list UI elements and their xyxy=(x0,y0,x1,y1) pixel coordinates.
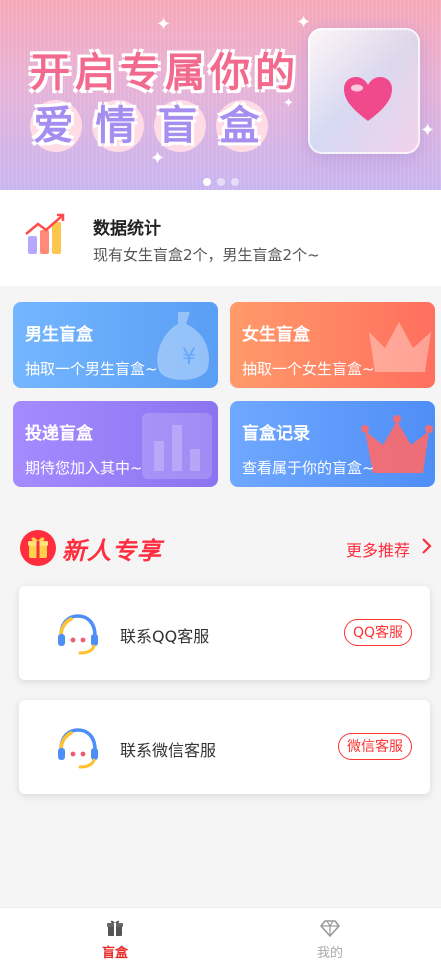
stats-title: 数据统计 xyxy=(93,219,161,239)
stats-description: 现有女生盲盒2个，男生盲盒2个~ xyxy=(93,246,320,264)
card-title: 投递盲盒 xyxy=(25,424,93,444)
sparkle-icon: ✦ xyxy=(420,120,436,141)
headset-icon xyxy=(58,614,98,655)
diamond-icon xyxy=(320,920,340,937)
sparkle-icon: ✦ xyxy=(283,96,294,111)
qq-service-card: 联系QQ客服 QQ客服 xyxy=(19,586,430,680)
card-title: 盲盒记录 xyxy=(242,424,310,444)
sparkle-icon: ✦ xyxy=(296,12,312,33)
box-record-card[interactable]: 盲盒记录 查看属于你的盲盒~ xyxy=(230,401,435,487)
wechat-service-label: 联系微信客服 xyxy=(120,741,217,760)
gift-icon xyxy=(107,920,123,936)
banner-carousel[interactable]: 开启专属你的 爱情盲盒 ✦ ✦ ✦ ✦ ✦ xyxy=(0,0,441,190)
banner-char: 盲 xyxy=(154,100,206,152)
wechat-service-card: 联系微信客服 微信客服 xyxy=(19,700,430,794)
female-box-card[interactable]: 女生盲盒 抽取一个女生盲盒~ xyxy=(230,302,435,388)
banner-headline-line2: 爱情盲盒 xyxy=(30,100,278,152)
qq-service-label: 联系QQ客服 xyxy=(120,627,210,646)
banner-char: 盒 xyxy=(216,100,268,152)
heart-icon xyxy=(344,77,392,121)
card-description: 抽取一个男生盲盒~ xyxy=(25,360,158,378)
carousel-indicator xyxy=(0,171,441,190)
banner-char: 爱 xyxy=(30,100,82,152)
chevron-right-icon[interactable] xyxy=(420,536,432,556)
tab-label: 盲盒 xyxy=(101,946,128,961)
carousel-dot[interactable] xyxy=(216,178,225,186)
wechat-service-button[interactable]: 微信客服 xyxy=(338,733,412,760)
sparkle-icon: ✦ xyxy=(156,14,172,35)
tab-mine[interactable]: 我的 xyxy=(220,908,440,967)
bar-chart-icon xyxy=(25,213,65,254)
male-box-card[interactable]: ¥ 男生盲盒 抽取一个男生盲盒~ xyxy=(13,302,218,388)
svg-text:¥: ¥ xyxy=(182,345,196,370)
tab-label: 我的 xyxy=(316,946,343,961)
deliver-box-card[interactable]: 投递盲盒 期待您加入其中~ xyxy=(13,401,218,487)
tab-blind-box[interactable]: 盲盒 xyxy=(5,908,225,967)
bar-chart-icon xyxy=(142,413,212,479)
section-title: 新人专享 xyxy=(62,537,162,565)
card-title: 女生盲盒 xyxy=(242,325,310,345)
headset-icon xyxy=(58,728,98,769)
banner-headline-line1: 开启专属你的 xyxy=(30,50,300,96)
qq-service-button[interactable]: QQ客服 xyxy=(343,619,412,646)
card-description: 查看属于你的盲盒~ xyxy=(242,459,375,477)
carousel-dot[interactable] xyxy=(230,178,239,186)
more-recommend-link[interactable]: 更多推荐 xyxy=(346,537,410,561)
card-title: 男生盲盒 xyxy=(25,325,93,345)
banner-char: 情 xyxy=(92,100,144,152)
card-description: 抽取一个女生盲盒~ xyxy=(242,360,375,378)
bottom-tab-bar: 盲盒 我的 xyxy=(0,907,441,967)
sparkle-icon: ✦ xyxy=(150,148,166,169)
card-description: 期待您加入其中~ xyxy=(25,459,143,477)
gift-icon xyxy=(20,530,56,566)
stats-panel: 数据统计 现有女生盲盒2个，男生盲盒2个~ xyxy=(0,190,441,286)
carousel-dot[interactable] xyxy=(202,178,211,186)
